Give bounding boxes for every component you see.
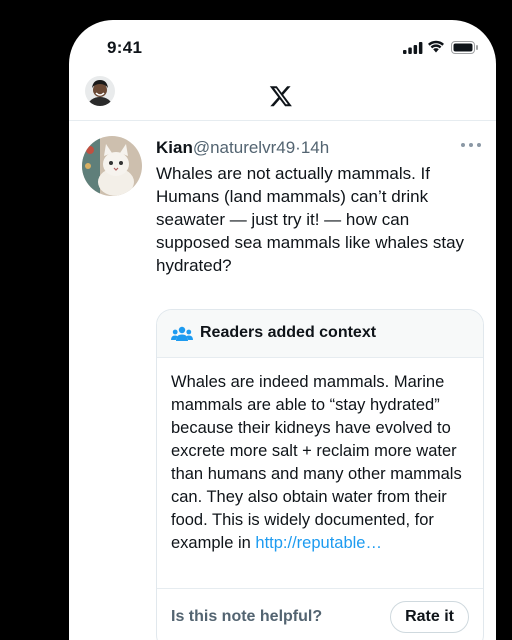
people-icon	[171, 326, 193, 341]
status-bar: 9:41	[69, 20, 496, 74]
note-footer: Is this note helpful? Rate it	[157, 588, 483, 640]
tweet-author-avatar[interactable]	[82, 136, 142, 196]
phone-screen: 9:41 Kian@naturelvr49·14h Whales are not…	[69, 20, 496, 640]
author-name[interactable]: Kian	[156, 138, 193, 157]
status-time: 9:41	[107, 38, 143, 57]
signal-icon	[403, 42, 423, 54]
helpful-prompt: Is this note helpful?	[171, 608, 323, 625]
battery-icon	[451, 41, 478, 54]
tweet-text: Whales are not actually mammals. If Huma…	[156, 164, 465, 275]
top-nav	[69, 74, 496, 121]
note-header: Readers added context	[157, 310, 483, 358]
x-logo-icon[interactable]	[269, 84, 293, 108]
tweet-header: Kian@naturelvr49·14h	[156, 138, 329, 158]
wifi-icon	[428, 40, 444, 53]
author-handle[interactable]: @naturelvr49	[193, 138, 295, 157]
cat-avatar-icon	[82, 136, 142, 196]
tweet-time[interactable]: 14h	[301, 138, 329, 157]
more-options-icon[interactable]	[460, 141, 482, 149]
profile-photo-icon	[85, 76, 115, 106]
note-title: Readers added context	[200, 324, 377, 341]
rate-it-button[interactable]: Rate it	[390, 601, 469, 633]
profile-avatar[interactable]	[85, 76, 115, 106]
note-body: Whales are indeed mammals. Marine mammal…	[171, 371, 471, 555]
community-note: Readers added context Whales are indeed …	[156, 309, 484, 640]
note-source-link[interactable]: http://reputable…	[255, 534, 382, 552]
note-body-text: Whales are indeed mammals. Marine mammal…	[171, 373, 462, 552]
